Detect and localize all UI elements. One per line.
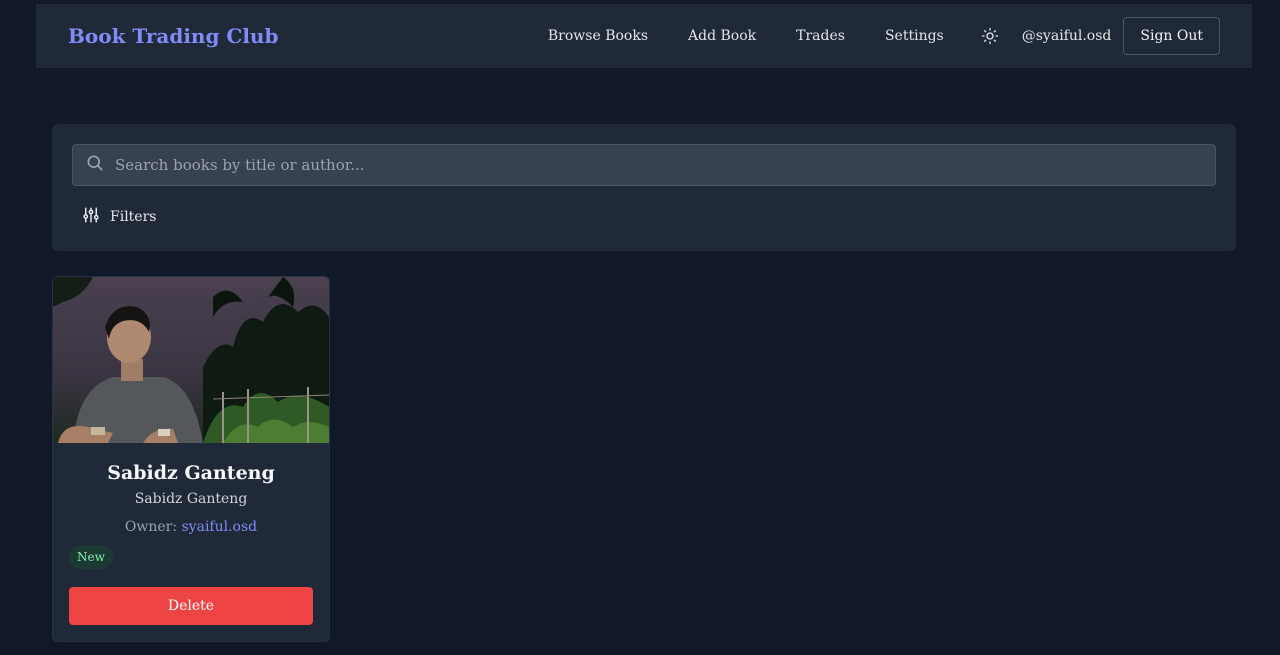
navbar: Book Trading Club Browse Books Add Book … (36, 4, 1252, 68)
owner-prefix: Owner: (124, 519, 182, 535)
book-title: Sabidz Ganteng (107, 462, 275, 484)
sign-out-button[interactable]: Sign Out (1123, 17, 1220, 55)
condition-badge: New (69, 545, 113, 569)
book-card[interactable]: Sabidz Ganteng Sabidz Ganteng Owner: sya… (52, 276, 330, 642)
book-cover-image (53, 277, 329, 443)
search-input[interactable] (115, 145, 1215, 185)
nav-trades[interactable]: Trades (796, 28, 845, 44)
search-icon (85, 153, 105, 177)
search-panel: Filters (52, 124, 1236, 251)
sliders-icon (82, 206, 100, 228)
search-box (72, 144, 1216, 186)
book-author: Sabidz Ganteng (134, 491, 248, 507)
nav-menu: Browse Books Add Book Trades Settings @s… (548, 17, 1220, 55)
filters-label: Filters (110, 209, 157, 225)
nav-settings[interactable]: Settings (885, 28, 944, 44)
brand-logo[interactable]: Book Trading Club (68, 24, 278, 48)
sun-icon[interactable] (980, 26, 1000, 46)
nav-add-book[interactable]: Add Book (688, 28, 756, 44)
owner-link[interactable]: syaiful.osd (182, 519, 258, 535)
delete-button[interactable]: Delete (69, 587, 313, 625)
username-label: @syaiful.osd (1021, 28, 1112, 44)
nav-browse-books[interactable]: Browse Books (548, 28, 648, 44)
book-owner: Owner: syaiful.osd (53, 519, 329, 535)
filters-toggle[interactable]: Filters (82, 206, 156, 228)
